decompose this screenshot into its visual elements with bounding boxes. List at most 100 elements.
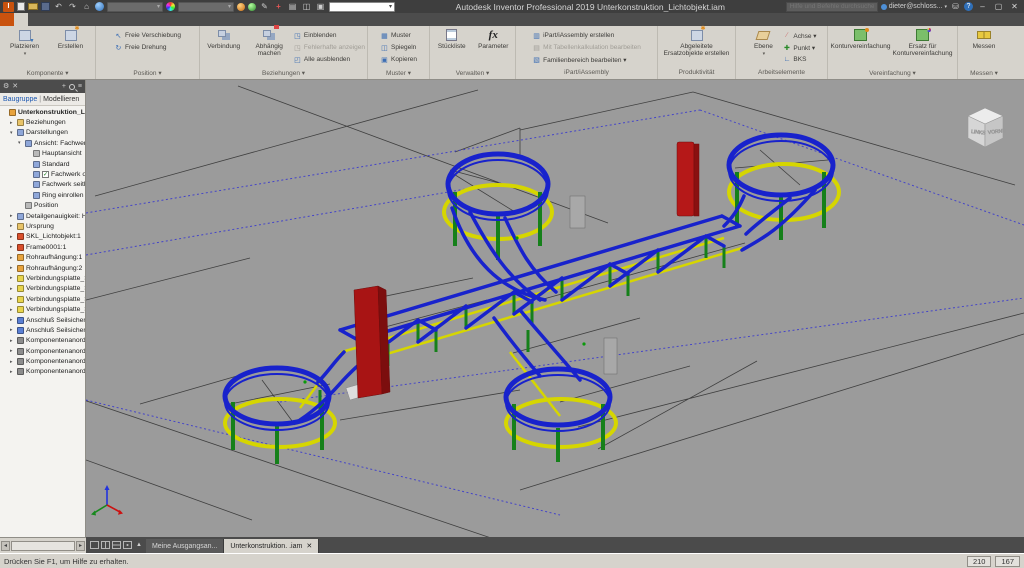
tree-item[interactable]: Fachwerk seitlic [0, 180, 85, 190]
expand-icon[interactable]: ▸ [10, 327, 15, 333]
expand-icon[interactable]: ▸ [10, 296, 15, 302]
panel-title[interactable]: Vereinfachung ▾ [828, 69, 957, 79]
menu-icon[interactable]: ≡ [78, 83, 82, 90]
home-icon[interactable]: ⌂ [81, 2, 92, 12]
tree-item[interactable]: ▾ Ansicht: Fachwerk [0, 138, 85, 148]
material-icon[interactable] [95, 2, 104, 11]
expand-icon[interactable]: ▸ [10, 213, 15, 219]
freie-drehung-button[interactable]: ↻ Freie Drehung [114, 42, 181, 53]
panel-title[interactable]: Beziehungen ▾ [200, 69, 367, 79]
collapse-icon[interactable]: ▲ [136, 542, 142, 548]
add-icon[interactable]: + [273, 2, 284, 12]
ribbon-tab[interactable] [112, 13, 126, 26]
expand-icon[interactable]: ▸ [10, 307, 15, 313]
tree-item[interactable]: ▸ Komponentenanordnun [0, 346, 85, 356]
spiegeln-button[interactable]: ◫ Spiegeln [380, 42, 417, 53]
achse-button[interactable]: ∕ Achse ▾ [782, 30, 816, 41]
tree-item[interactable]: ▸ Komponentenanordnun [0, 356, 85, 366]
user-account[interactable]: dieter@schloss... ▾ [881, 3, 947, 10]
tree-item[interactable]: Hauptansicht [0, 149, 85, 159]
search-icon[interactable] [69, 84, 75, 90]
tree-item[interactable]: ▸ Beziehungen [0, 117, 85, 127]
tree-item[interactable]: Unterkonstruktion_Lich [0, 107, 85, 117]
tree-item[interactable]: ▸ Komponentenanordnun [0, 367, 85, 377]
parameter-button[interactable]: fx Parameter [474, 28, 514, 50]
tree-item[interactable]: ▸ Verbindungsplatte_Seit [0, 304, 85, 314]
ebene-button[interactable]: Ebene ▾ [746, 28, 780, 57]
tree-item[interactable]: ▸ Verbindungsplatte_Seit [0, 294, 85, 304]
ribbon-tab[interactable] [126, 13, 140, 26]
ribbon-tab[interactable] [168, 13, 182, 26]
ribbon-tab[interactable] [14, 13, 28, 26]
punkt-button[interactable]: ✚ Punkt ▾ [782, 42, 816, 53]
switch-window-icon[interactable] [123, 541, 132, 549]
expand-icon[interactable]: ▸ [10, 275, 15, 281]
tree-item[interactable]: ▸ Verbindungsplatte_Seit [0, 284, 85, 294]
expand-icon[interactable]: ▸ [10, 286, 15, 292]
expand-icon[interactable]: ▸ [10, 120, 15, 126]
restore-button[interactable]: ▢ [992, 1, 1005, 12]
kopieren-button[interactable]: ▣ Kopieren [380, 54, 417, 65]
expand-icon[interactable]: ▸ [10, 244, 15, 250]
window-2-icon[interactable]: ◫ [301, 2, 312, 12]
tree-item[interactable]: ▸ Ursprung [0, 221, 85, 231]
ersatz-konturvereinfachung-button[interactable]: Ersatz für Konturvereinfachung [892, 28, 954, 58]
einblenden-button[interactable]: ◳ Einblenden [293, 30, 365, 41]
open-file-icon[interactable] [28, 3, 38, 10]
alle-ausblenden-button[interactable]: ◰ Alle ausblenden [293, 54, 365, 65]
panel-title[interactable]: Verwalten ▾ [430, 69, 515, 79]
erstellen-button[interactable]: Erstellen [49, 28, 93, 50]
close-button[interactable]: ✕ [1008, 1, 1021, 12]
panel-title[interactable]: Messen ▾ [958, 69, 1010, 79]
undo-icon[interactable]: ↶ [53, 2, 64, 12]
new-file-icon[interactable] [17, 2, 25, 11]
ribbon-tab[interactable] [182, 13, 196, 26]
adjust-icon[interactable] [237, 3, 245, 11]
expand-icon[interactable]: ▸ [10, 223, 15, 229]
abgeleitete-ersatzobjekte-button[interactable]: Abgeleitete Ersatzobjekte erstellen [662, 28, 732, 58]
tab-modellieren[interactable]: Modellieren [43, 96, 79, 103]
ribbon-tab[interactable] [154, 13, 168, 26]
measure-quick-icon[interactable] [248, 3, 256, 11]
panel-title[interactable]: Komponente ▾ [0, 69, 95, 79]
ribbon-tab[interactable] [98, 13, 112, 26]
tree-item[interactable]: Standard [0, 159, 85, 169]
tree-item[interactable]: ▸ Rohraufhängung:1 [0, 252, 85, 262]
tree-item[interactable]: Ring einrollen [0, 190, 85, 200]
panel-title[interactable]: Position ▾ [96, 69, 199, 79]
redo-icon[interactable]: ↷ [67, 2, 78, 12]
close-browser-icon[interactable]: ✕ [12, 83, 18, 90]
tree-item[interactable]: ▸ Detailgenauigkeit: H [0, 211, 85, 221]
ribbon-tab[interactable] [56, 13, 70, 26]
ipart-erstellen-button[interactable]: ▥ iPart/iAssembly erstellen [532, 30, 641, 41]
ribbon-tab[interactable] [84, 13, 98, 26]
bks-button[interactable]: ∟ BKS [782, 54, 816, 65]
tree-item[interactable]: ✓ Fachwerk ob [0, 169, 85, 179]
tab-baugruppe[interactable]: Baugruppe [3, 96, 37, 103]
minimize-button[interactable]: – [976, 1, 989, 12]
help-icon[interactable]: ? [964, 2, 973, 11]
ribbon-tab[interactable] [28, 13, 42, 26]
tree-item[interactable]: ▸ Komponentenanordnun [0, 336, 85, 346]
tree-item[interactable]: ▸ Frame0001:1 [0, 242, 85, 252]
add-icon[interactable]: + [62, 83, 66, 90]
cascade-windows-icon[interactable] [90, 541, 99, 549]
expand-icon[interactable]: ▸ [10, 234, 15, 240]
tile-horizontal-icon[interactable] [112, 541, 121, 549]
verbindung-button[interactable]: Verbindung [202, 28, 245, 50]
view-cube[interactable]: LINKS VORNE [968, 108, 1007, 147]
ribbon-tab[interactable] [42, 13, 56, 26]
window-3-icon[interactable]: ▣ [315, 2, 326, 12]
material-combo[interactable]: ▾ [107, 2, 163, 12]
pencil-icon[interactable]: ✎ [259, 2, 270, 12]
tree-item[interactable]: ▸ Rohraufhängung:2 [0, 263, 85, 273]
familienbereich-button[interactable]: ▧ Familienbereich bearbeiten ▾ [532, 54, 641, 65]
platzieren-button[interactable]: Platzieren ▾ [3, 28, 47, 57]
gear-icon[interactable]: ⚙ [3, 83, 9, 90]
scrollbar-thumb[interactable] [11, 541, 75, 551]
expand-icon[interactable]: ▸ [10, 359, 15, 365]
viewport[interactable]: LINKS VORNE [86, 80, 1024, 537]
tree-item[interactable]: Position [0, 201, 85, 211]
scroll-left-icon[interactable]: ◂ [1, 541, 10, 551]
expand-icon[interactable]: ▾ [18, 140, 23, 146]
